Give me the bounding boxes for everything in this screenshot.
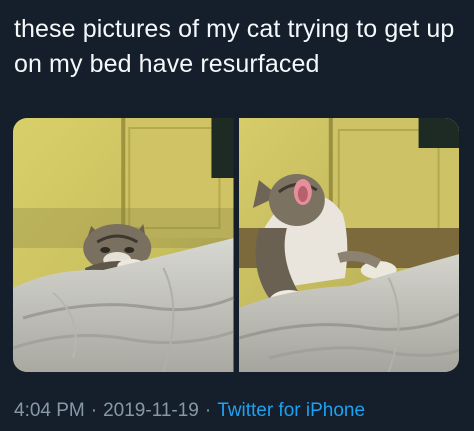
kitten-peeking-photo xyxy=(13,118,234,372)
meta-separator-2: · xyxy=(204,400,212,421)
tweet-text: these pictures of my cat trying to get u… xyxy=(14,15,455,78)
meta-separator: · xyxy=(90,400,98,421)
tweet-meta: 4:04 PM · 2019-11-19 · Twitter for iPhone xyxy=(14,399,365,423)
photo-2[interactable] xyxy=(238,118,459,372)
tweet: these pictures of my cat trying to get u… xyxy=(0,0,474,431)
tweet-time: 4:04 PM xyxy=(14,400,85,421)
media-grid xyxy=(13,118,459,372)
photo-1[interactable] xyxy=(13,118,234,372)
tweet-source-link[interactable]: Twitter for iPhone xyxy=(217,400,365,421)
kitten-yawning-photo xyxy=(238,118,459,372)
tweet-date: 2019-11-19 xyxy=(103,400,199,421)
